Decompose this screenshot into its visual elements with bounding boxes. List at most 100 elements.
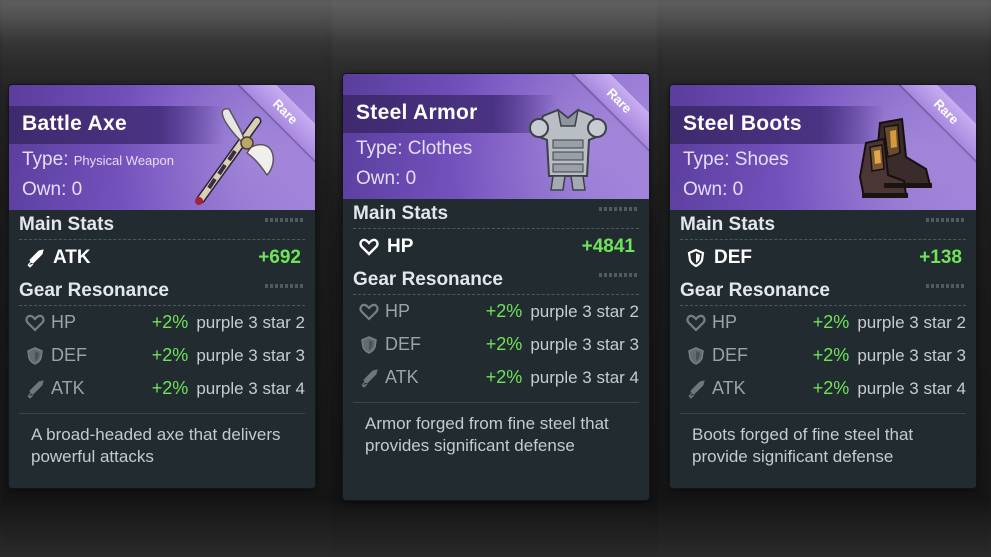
- resonance-stat-name: ATK: [51, 378, 85, 398]
- steel-armor-icon: [513, 96, 623, 196]
- resonance-row: ATK +2% purple 3 star 4: [680, 372, 966, 405]
- item-body: Main Stats DEF +138 Gear Resonance HP +2…: [670, 210, 976, 468]
- background-top-glow: [0, 0, 991, 42]
- section-tag-decoration: [265, 284, 305, 288]
- item-header: Steel Armor Type: Clothes Own: 0 Rare: [343, 74, 649, 199]
- gear-resonance-title: Gear Resonance: [680, 276, 966, 306]
- heart-icon: [359, 302, 379, 322]
- resonance-requirement: purple 3 star 2: [530, 301, 639, 321]
- resonance-requirement: purple 3 star 3: [196, 345, 305, 365]
- own-value: 0: [732, 179, 744, 200]
- resonance-requirement: purple 3 star 4: [196, 378, 305, 398]
- item-description: Armor forged from fine steel that provid…: [365, 414, 609, 455]
- resonance-row: ATK +2% purple 3 star 4: [353, 361, 639, 394]
- resonance-row: DEF +2% purple 3 star 3: [19, 339, 305, 372]
- resonance-stat-name: HP: [385, 301, 411, 321]
- own-value: 0: [405, 168, 417, 189]
- sword-icon: [686, 379, 706, 399]
- main-stat-name: HP: [387, 236, 414, 257]
- item-description: Boots forged of fine steel that provide …: [692, 425, 914, 466]
- type-value: Clothes: [407, 138, 473, 159]
- resonance-bonus: +2%: [151, 312, 189, 332]
- gear-resonance-label: Gear Resonance: [680, 280, 830, 301]
- heart-icon: [359, 237, 379, 257]
- gear-resonance-title: Gear Resonance: [19, 276, 305, 306]
- resonance-requirement: purple 3 star 4: [530, 367, 639, 387]
- gear-resonance-title: Gear Resonance: [353, 265, 639, 295]
- resonance-stat-name: ATK: [385, 367, 419, 387]
- item-header: Battle Axe Type: Physical Weapon Own: 0 …: [9, 85, 315, 210]
- resonance-row: DEF +2% purple 3 star 3: [680, 339, 966, 372]
- section-tag-decoration: [599, 207, 639, 211]
- main-stats-label: Main Stats: [19, 214, 115, 235]
- main-stats-label: Main Stats: [680, 214, 776, 235]
- main-stat-row: DEF +138: [680, 240, 966, 276]
- item-own-count: Own: 0: [356, 168, 416, 190]
- resonance-bonus: +2%: [485, 301, 523, 321]
- resonance-bonus: +2%: [151, 345, 189, 365]
- resonance-stat-name: DEF: [51, 345, 87, 365]
- resonance-stat-name: HP: [712, 312, 738, 332]
- type-label: Type:: [683, 149, 730, 170]
- own-value: 0: [71, 179, 83, 200]
- sword-icon: [25, 248, 45, 268]
- shield-icon: [359, 335, 379, 355]
- shield-icon: [686, 346, 706, 366]
- item-description: A broad-headed axe that delivers powerfu…: [31, 425, 281, 466]
- item-type: Type: Physical Weapon: [22, 149, 174, 171]
- resonance-requirement: purple 3 star 3: [530, 334, 639, 354]
- main-stat-value: +138: [919, 247, 962, 268]
- resonance-stat-name: HP: [51, 312, 77, 332]
- main-stat-name: ATK: [53, 247, 91, 268]
- resonance-row: DEF +2% purple 3 star 3: [353, 328, 639, 361]
- resonance-bonus: +2%: [812, 312, 850, 332]
- own-label: Own:: [683, 179, 728, 200]
- main-stats-title: Main Stats: [353, 199, 639, 229]
- resonance-bonus: +2%: [151, 378, 189, 398]
- steel-boots-icon: [840, 107, 950, 207]
- resonance-requirement: purple 3 star 2: [857, 312, 966, 332]
- resonance-bonus: +2%: [812, 378, 850, 398]
- battle-axe-icon: [179, 107, 289, 207]
- resonance-requirement: purple 3 star 3: [857, 345, 966, 365]
- item-name: Battle Axe: [22, 112, 127, 135]
- item-card-steel-boots[interactable]: Steel Boots Type: Shoes Own: 0 Rare Main…: [670, 85, 976, 488]
- item-header: Steel Boots Type: Shoes Own: 0 Rare: [670, 85, 976, 210]
- main-stat-value: +4841: [581, 236, 635, 257]
- heart-icon: [25, 313, 45, 333]
- item-own-count: Own: 0: [683, 179, 743, 201]
- heart-icon: [686, 313, 706, 333]
- main-stats-label: Main Stats: [353, 203, 449, 224]
- item-body: Main Stats HP +4841 Gear Resonance HP +2…: [343, 199, 649, 457]
- item-type: Type: Shoes: [683, 149, 789, 171]
- type-value: Physical Weapon: [73, 153, 174, 168]
- own-label: Own:: [356, 168, 401, 189]
- main-stats-title: Main Stats: [19, 210, 305, 240]
- resonance-requirement: purple 3 star 4: [857, 378, 966, 398]
- section-tag-decoration: [926, 218, 966, 222]
- resonance-bonus: +2%: [485, 367, 523, 387]
- main-stat-name: DEF: [714, 247, 752, 268]
- type-value: Shoes: [734, 149, 789, 170]
- resonance-bonus: +2%: [812, 345, 850, 365]
- resonance-row: HP +2% purple 3 star 2: [680, 306, 966, 339]
- item-body: Main Stats ATK +692 Gear Resonance HP +2…: [9, 210, 315, 468]
- main-stat-row: HP +4841: [353, 229, 639, 265]
- main-stat-row: ATK +692: [19, 240, 305, 276]
- item-type: Type: Clothes: [356, 138, 472, 160]
- item-card-battle-axe[interactable]: Battle Axe Type: Physical Weapon Own: 0 …: [9, 85, 315, 488]
- resonance-stat-name: DEF: [385, 334, 421, 354]
- item-card-steel-armor[interactable]: Steel Armor Type: Clothes Own: 0 Rare Ma…: [343, 74, 649, 500]
- resonance-bonus: +2%: [485, 334, 523, 354]
- gear-resonance-label: Gear Resonance: [353, 269, 503, 290]
- main-stats-title: Main Stats: [680, 210, 966, 240]
- own-label: Own:: [22, 179, 67, 200]
- type-label: Type:: [22, 149, 69, 170]
- section-tag-decoration: [599, 273, 639, 277]
- resonance-stat-name: ATK: [712, 378, 746, 398]
- gear-resonance-label: Gear Resonance: [19, 280, 169, 301]
- item-name: Steel Boots: [683, 112, 802, 135]
- sword-icon: [359, 368, 379, 388]
- item-name: Steel Armor: [356, 101, 478, 124]
- sword-icon: [25, 379, 45, 399]
